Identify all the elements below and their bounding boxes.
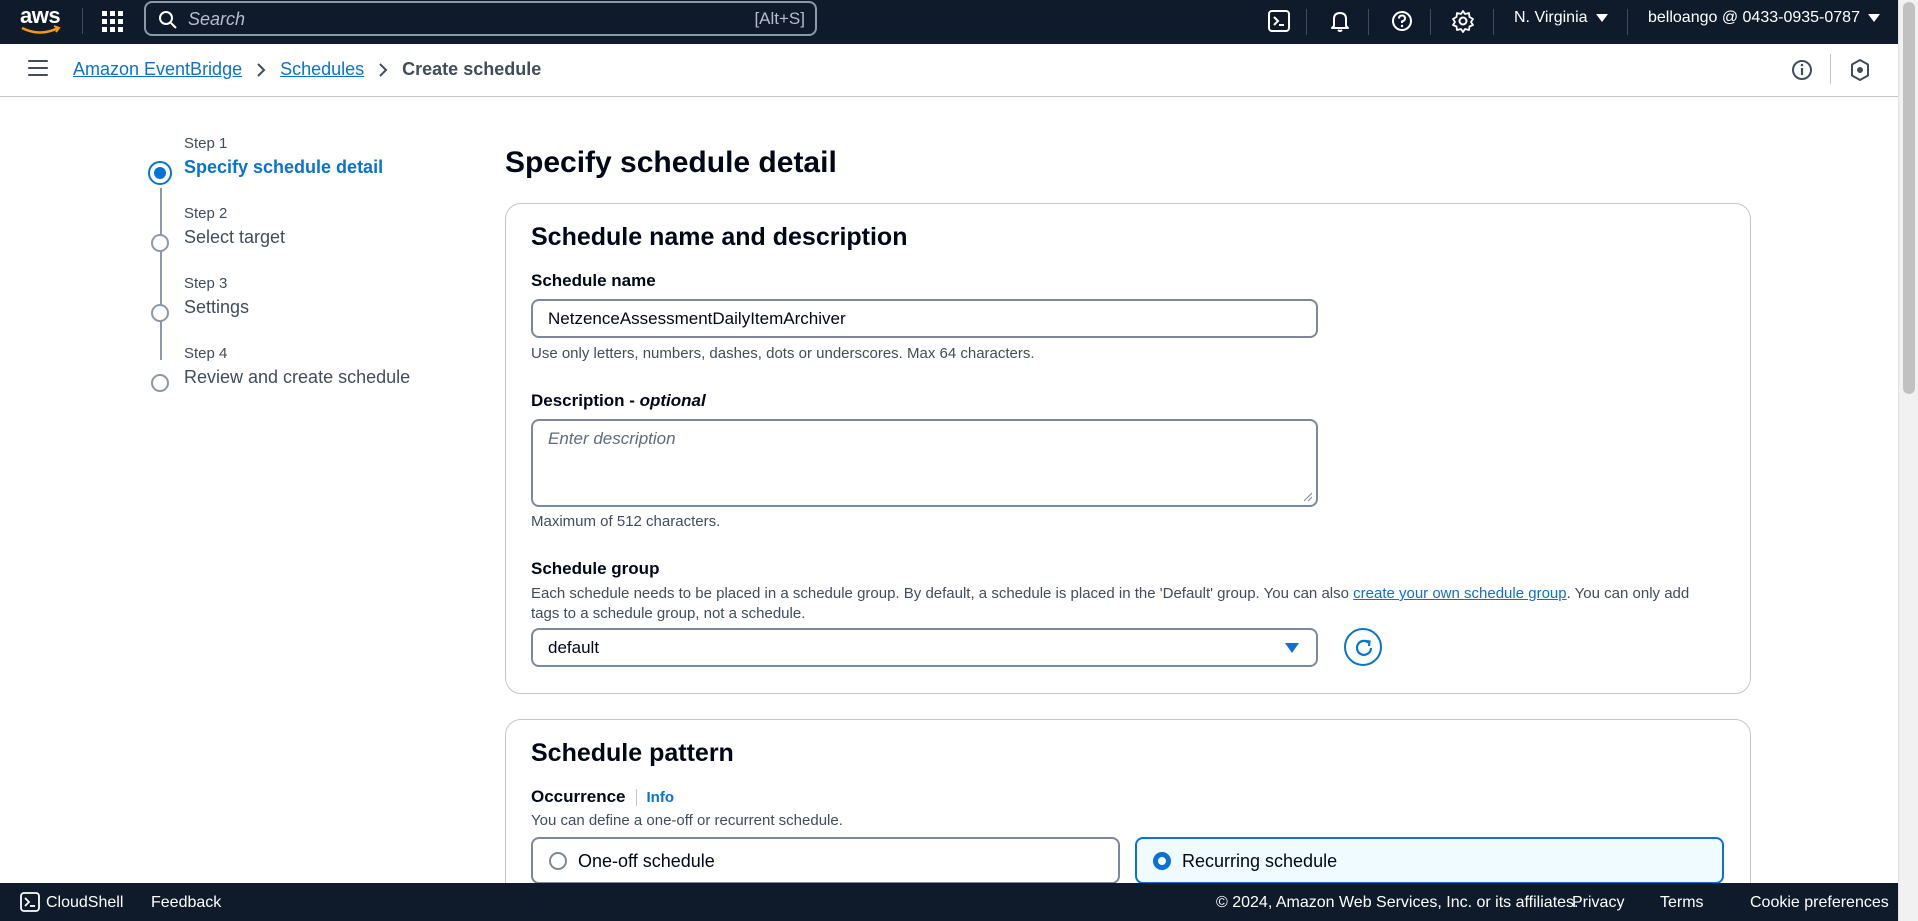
section-heading: Schedule name and description	[531, 223, 908, 251]
cloudshell-icon[interactable]	[1266, 8, 1292, 34]
resize-handle-icon[interactable]	[1302, 491, 1312, 501]
info-icon[interactable]	[1789, 57, 1815, 83]
one-off-schedule-option[interactable]: One-off schedule	[531, 837, 1120, 884]
cookie-preferences-link[interactable]: Cookie preferences	[1750, 894, 1889, 912]
divider	[1493, 9, 1494, 35]
refresh-button[interactable]	[1344, 628, 1382, 666]
schedule-group-hint: Each schedule needs to be placed in a sc…	[531, 584, 1721, 624]
occurrence-label: Occurrence	[531, 787, 626, 806]
step-pending-icon	[151, 374, 169, 392]
step-label: Step 3	[184, 275, 228, 292]
recurring-schedule-option[interactable]: Recurring schedule	[1135, 837, 1724, 884]
copyright: © 2024, Amazon Web Services, Inc. or its…	[1216, 894, 1579, 911]
cloudshell-icon[interactable]	[20, 892, 40, 912]
divider	[1306, 9, 1307, 35]
occurrence-hint: You can define a one-off or recurrent sc…	[531, 812, 843, 829]
terms-link[interactable]: Terms	[1660, 894, 1704, 912]
description-hint: Maximum of 512 characters.	[531, 513, 721, 530]
section-heading: Schedule pattern	[531, 739, 734, 767]
menu-icon[interactable]	[28, 60, 48, 78]
schedule-name-input[interactable]	[531, 299, 1318, 338]
description-placeholder: Enter description	[548, 429, 676, 448]
search-icon	[159, 11, 177, 29]
privacy-link[interactable]: Privacy	[1572, 894, 1624, 912]
breadcrumb-bar: Amazon EventBridge Schedules Create sche…	[0, 44, 1898, 97]
schedule-name-label: Schedule name	[531, 271, 656, 290]
divider	[1627, 9, 1628, 35]
occurrence-label-row: Occurrence Info	[531, 787, 674, 807]
schedule-group-value: default	[548, 638, 600, 657]
step-title: Review and create schedule	[184, 367, 411, 387]
scrollbar-thumb[interactable]	[1903, 2, 1915, 394]
optional-tag: optional	[639, 391, 706, 410]
step-pending-icon	[151, 304, 169, 322]
description-textarea[interactable]: Enter description	[531, 419, 1318, 507]
chevron-right-icon	[257, 62, 266, 77]
group-hint-text: Each schedule needs to be placed in a sc…	[531, 585, 1354, 602]
schedule-name-container: Schedule name and description Schedule n…	[505, 203, 1751, 694]
create-schedule-group-link[interactable]: create your own schedule group	[1353, 585, 1566, 602]
services-grid-icon[interactable]	[100, 9, 124, 33]
step-label: Step 4	[184, 345, 228, 362]
gear-icon[interactable]	[1450, 8, 1476, 34]
bell-icon[interactable]	[1327, 8, 1353, 34]
radio-button-selected[interactable]	[1153, 852, 1171, 870]
caret-down-icon	[1867, 14, 1880, 22]
option-label: Recurring schedule	[1182, 851, 1338, 871]
divider	[82, 8, 83, 34]
caret-down-icon	[1595, 14, 1608, 22]
step-current-icon	[148, 161, 172, 185]
scrollbar[interactable]	[1898, 0, 1918, 921]
chevron-right-icon	[379, 62, 388, 77]
step-label: Step 2	[184, 205, 228, 222]
description-label: Description - optional	[531, 391, 706, 411]
divider	[1430, 9, 1431, 35]
description-label-text: Description -	[531, 391, 640, 410]
breadcrumb-schedules[interactable]: Schedules	[280, 59, 364, 80]
account-label: belloango @ 0433-0935-0787	[1648, 9, 1860, 26]
page-title: Specify schedule detail	[505, 146, 837, 179]
schedule-name-hint: Use only letters, numbers, dashes, dots …	[531, 345, 1035, 362]
security-shield-icon[interactable]	[1847, 57, 1873, 83]
feedback-link[interactable]: Feedback	[151, 894, 221, 912]
refresh-icon	[1355, 639, 1373, 656]
breadcrumb-current: Create schedule	[402, 59, 542, 79]
option-label: One-off schedule	[578, 851, 715, 871]
account-menu[interactable]: belloango @ 0433-0935-0787	[1648, 9, 1880, 27]
divider	[1368, 9, 1369, 35]
search-input[interactable]	[188, 7, 708, 31]
cloudshell-link[interactable]: CloudShell	[46, 894, 123, 912]
aws-smile-icon	[21, 25, 61, 34]
step-title: Select target	[184, 227, 286, 247]
schedule-group-select[interactable]: default	[531, 628, 1318, 667]
steps-connector	[160, 188, 162, 360]
schedule-group-label: Schedule group	[531, 559, 660, 578]
help-icon[interactable]	[1389, 8, 1415, 34]
region-label: N. Virginia	[1514, 9, 1588, 26]
step-title[interactable]: Specify schedule detail	[184, 157, 383, 178]
aws-logo[interactable]: aws	[18, 3, 64, 36]
top-navigation: aws [Alt+S] N. Virginia	[0, 0, 1898, 44]
footer: CloudShell Feedback © 2024, Amazon Web S…	[0, 883, 1898, 921]
step-pending-icon	[151, 234, 169, 252]
step-title: Settings	[184, 297, 250, 317]
breadcrumb-eventbridge[interactable]: Amazon EventBridge	[73, 59, 242, 80]
caret-down-icon	[1285, 643, 1299, 653]
step-label: Step 1	[184, 135, 228, 152]
search-shortcut: [Alt+S]	[754, 9, 805, 28]
radio-button[interactable]	[549, 852, 567, 870]
search-box[interactable]: [Alt+S]	[144, 1, 817, 36]
info-link[interactable]: Info	[635, 789, 674, 806]
divider	[1830, 54, 1831, 84]
region-selector[interactable]: N. Virginia	[1514, 9, 1608, 27]
breadcrumb: Amazon EventBridge Schedules Create sche…	[73, 59, 541, 80]
